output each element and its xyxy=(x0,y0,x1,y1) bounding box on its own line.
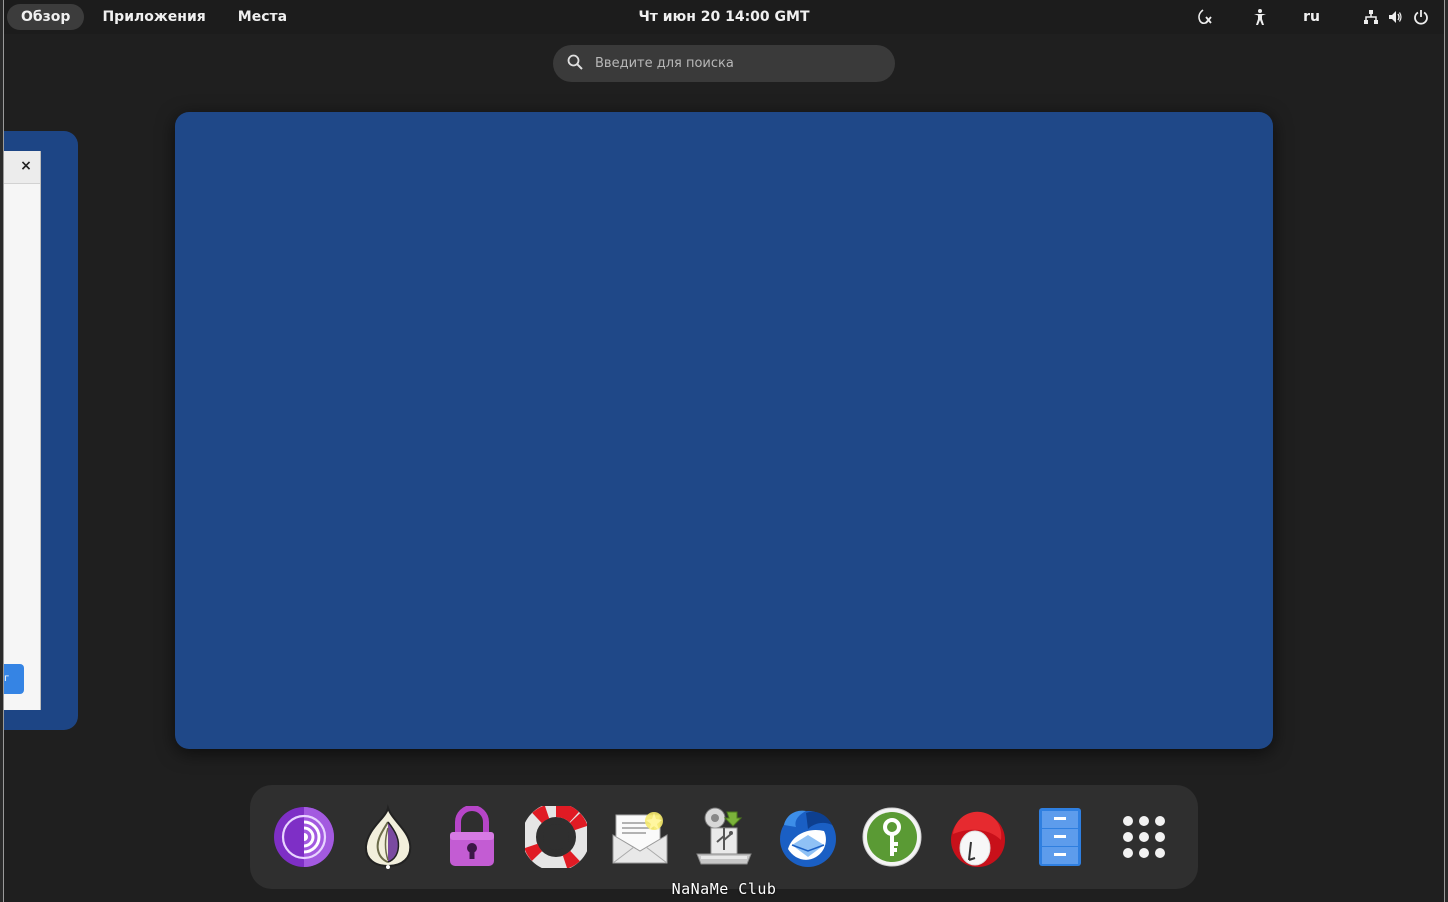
applications-menu[interactable]: Приложения xyxy=(88,4,219,30)
watermark-text: NaNaMe Club xyxy=(671,880,777,898)
window-preview[interactable]: × г xyxy=(4,151,41,710)
top-bar: Обзор Приложения Места Чт июн 20 14:00 G… xyxy=(4,0,1444,34)
redhat-app-icon[interactable] xyxy=(943,804,1009,870)
onion-share-icon[interactable] xyxy=(355,804,421,870)
places-menu[interactable]: Места xyxy=(224,4,301,30)
search-bar[interactable] xyxy=(553,45,895,82)
show-apps-grid-icon[interactable] xyxy=(1111,804,1177,870)
window-titlebar: × xyxy=(4,151,40,184)
dash xyxy=(250,785,1198,889)
top-bar-left: Обзор Приложения Места xyxy=(7,4,301,30)
onion-circuit-status-icon[interactable] xyxy=(1191,4,1217,30)
password-lock-icon[interactable] xyxy=(439,804,505,870)
top-bar-right: ru xyxy=(1191,4,1434,30)
keyboard-layout-indicator[interactable]: ru xyxy=(1303,9,1320,25)
accessibility-icon[interactable] xyxy=(1247,4,1273,30)
workspace-current[interactable] xyxy=(175,112,1273,749)
search-icon xyxy=(567,54,583,74)
window-action-button[interactable]: г xyxy=(4,664,24,694)
network-icon xyxy=(1360,4,1382,30)
system-menu[interactable] xyxy=(1360,4,1434,30)
new-mail-icon[interactable] xyxy=(607,804,673,870)
keepassxc-icon[interactable] xyxy=(859,804,925,870)
close-icon[interactable]: × xyxy=(18,158,34,174)
workspace-thumbnail-previous[interactable]: × г xyxy=(4,131,78,730)
tor-browser-icon[interactable] xyxy=(271,804,337,870)
thunderbird-icon[interactable] xyxy=(775,804,841,870)
help-lifebuoy-icon[interactable] xyxy=(523,804,589,870)
power-icon xyxy=(1408,4,1434,30)
volume-icon xyxy=(1384,4,1406,30)
files-cabinet-icon[interactable] xyxy=(1027,804,1093,870)
usb-installer-icon[interactable] xyxy=(691,804,757,870)
window-frame-right xyxy=(1444,0,1448,902)
activities-button[interactable]: Обзор xyxy=(7,4,85,30)
search-input[interactable] xyxy=(593,55,877,72)
clock[interactable]: Чт июн 20 14:00 GMT xyxy=(638,4,809,30)
